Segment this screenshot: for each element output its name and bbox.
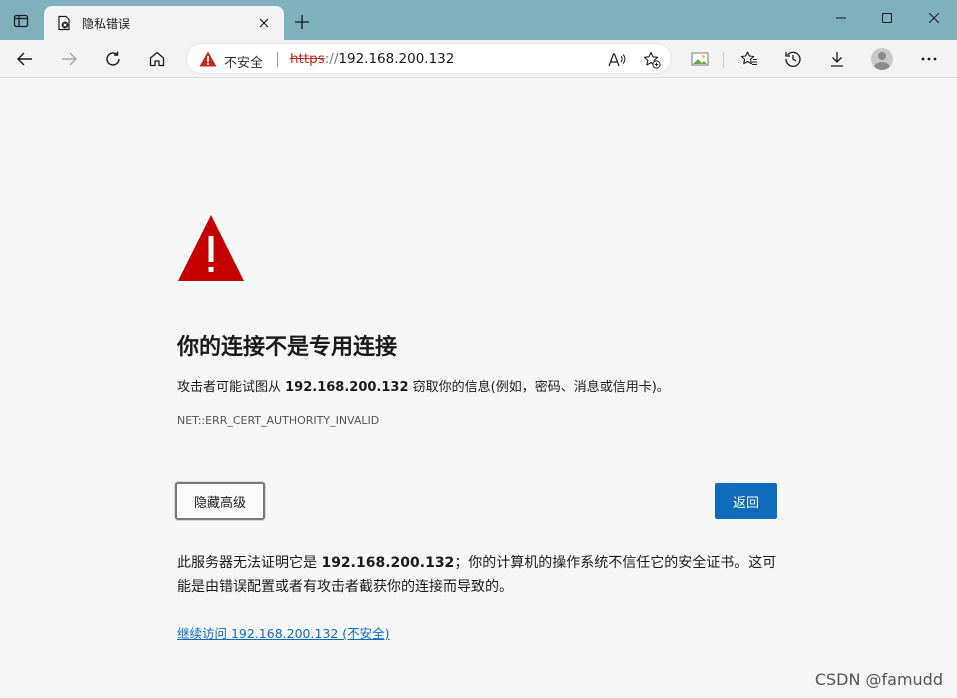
hide-advanced-button[interactable]: 隐藏高级 — [175, 482, 265, 520]
minimize-icon[interactable] — [818, 0, 864, 36]
more-icon[interactable] — [913, 43, 945, 75]
back-button[interactable]: 返回 — [715, 483, 777, 519]
page-title: 你的连接不是专用连接 — [177, 335, 398, 360]
tab-actions-icon[interactable] — [6, 6, 36, 36]
forward-arrow-icon[interactable] — [53, 43, 85, 75]
image-icon[interactable] — [684, 43, 716, 75]
security-status-label[interactable]: 不安全 — [224, 52, 263, 71]
tab-strip: 隐私错误 — [0, 0, 957, 40]
detail-host: 192.168.200.132 — [321, 555, 455, 571]
advanced-details: 此服务器无法证明它是 192.168.200.132；你的计算机的操作系统不信任… — [177, 551, 787, 599]
error-page: 你的连接不是专用连接 攻击者可能试图从 192.168.200.132 窃取你的… — [0, 79, 957, 698]
tab-active[interactable]: 隐私错误 — [44, 6, 284, 40]
add-favorite-icon[interactable] — [639, 47, 665, 73]
plus-icon[interactable] — [289, 9, 315, 35]
large-warning-icon — [178, 215, 244, 281]
url-separator: :// — [324, 51, 339, 67]
detail-prefix: 此服务器无法证明它是 — [177, 555, 322, 571]
back-arrow-icon[interactable] — [9, 43, 41, 75]
warning-icon[interactable] — [199, 51, 217, 67]
avatar — [871, 48, 893, 70]
error-page-icon — [56, 15, 72, 31]
maximize-icon[interactable] — [864, 0, 910, 36]
profile-avatar[interactable] — [866, 43, 898, 75]
error-code: NET::ERR_CERT_AUTHORITY_INVALID — [177, 414, 380, 427]
desc-host: 192.168.200.132 — [285, 380, 409, 395]
url-host: 192.168.200.132 — [338, 51, 455, 67]
refresh-icon[interactable] — [97, 43, 129, 75]
proceed-unsafe-link[interactable]: 继续访问 192.168.200.132 (不安全) — [177, 623, 390, 642]
toolbar-divider — [723, 52, 724, 68]
address-bar[interactable]: 不安全 https://192.168.200.132 — [186, 43, 672, 74]
desc-prefix: 攻击者可能试图从 — [177, 380, 286, 395]
url-scheme: https — [290, 51, 325, 67]
history-icon[interactable] — [777, 43, 809, 75]
navigation-toolbar: 不安全 https://192.168.200.132 — [0, 40, 957, 78]
desc-suffix: 窃取你的信息(例如，密码、消息或信用卡)。 — [408, 380, 670, 395]
home-icon[interactable] — [141, 43, 173, 75]
favorites-icon[interactable] — [733, 43, 765, 75]
address-separator — [277, 52, 278, 67]
watermark: CSDN @famudd — [814, 670, 943, 689]
error-description: 攻击者可能试图从 192.168.200.132 窃取你的信息(例如，密码、消息… — [177, 376, 670, 395]
read-aloud-icon[interactable] — [604, 47, 630, 73]
tab-title: 隐私错误 — [82, 16, 131, 31]
url-text[interactable]: https://192.168.200.132 — [290, 51, 454, 67]
window-close-icon[interactable] — [911, 0, 957, 36]
close-icon[interactable] — [252, 11, 276, 35]
download-icon[interactable] — [821, 43, 853, 75]
